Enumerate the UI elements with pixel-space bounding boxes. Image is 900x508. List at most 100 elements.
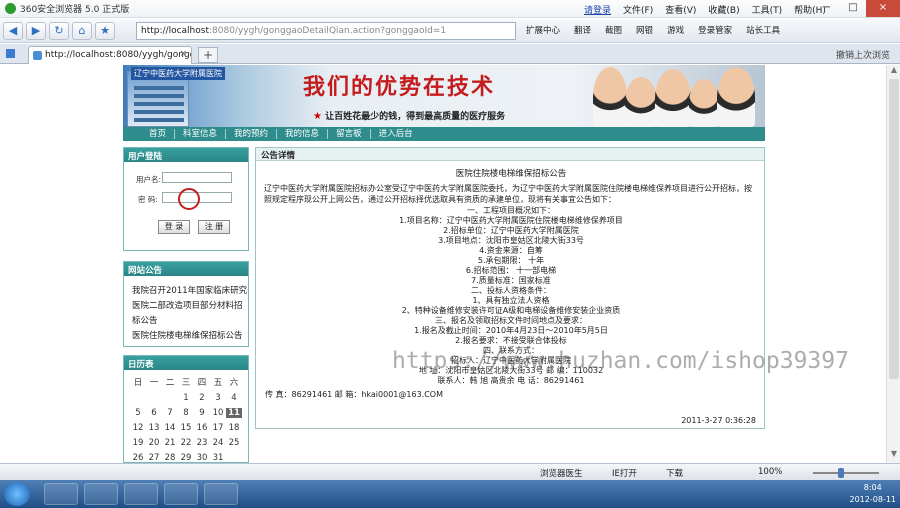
announcement-title: 医院住院楼电梯维保招标公告 [455,169,567,179]
page-viewport: 辽宁中医药大学附属医院 我们的优势在技术 ★ 让百姓花最少的钱，得到最高质量的医… [0,65,900,463]
restore-last-session[interactable]: 撤销上次浏览 [836,48,890,61]
calendar-day[interactable]: 17 [210,423,226,433]
menu-favorites[interactable]: 收藏(B) [708,3,739,16]
ie-open-button[interactable]: IE打开 [612,467,637,479]
start-button-icon[interactable] [4,482,30,506]
announcement-link[interactable]: 医院住院楼电梯维保招标公告 [132,329,243,341]
close-button[interactable]: × [866,0,900,17]
calendar-day[interactable]: 3 [210,393,226,403]
scrollbar-thumb[interactable] [889,79,899,379]
tab-title: http://localhost:8080/yygh/gonggao... [45,50,191,60]
nav-admin[interactable]: 进入后台 [371,129,421,139]
banner-slogan: 我们的优势在技术 [303,74,496,100]
site-navigation: 首页 科室信息 我的预约 我的信息 留言板 进入后台 [123,127,765,141]
calendar-day[interactable]: 30 [194,453,210,462]
calendar-weekday: 二 [165,378,175,388]
nav-departments[interactable]: 科室信息 [175,129,227,139]
calendar-day[interactable]: 22 [178,438,194,448]
calendar-day[interactable]: 31 [210,453,226,462]
calendar-day[interactable]: 28 [162,453,178,462]
calendar-day[interactable]: 27 [146,453,162,462]
calendar-day[interactable]: 23 [194,438,210,448]
zoom-slider[interactable] [813,472,879,474]
nav-my-info[interactable]: 我的信息 [277,129,329,139]
nav-home[interactable]: 首页 [141,129,176,139]
calendar-day[interactable]: 6 [146,408,162,418]
menu-file[interactable]: 文件(F) [623,3,653,16]
login-link[interactable]: 请登录 [584,3,611,16]
calendar-day[interactable]: 10 [210,408,226,418]
calendar-day[interactable]: 26 [130,453,146,462]
calendar-day[interactable]: 25 [226,438,242,448]
site-announcements-panel: 网站公告 我院召开2011年国家临床研究 医院二部改造项目部分材料招 标公告 医… [123,261,249,347]
taskbar-globe-icon[interactable] [164,483,198,505]
calendar-empty-cell [130,393,146,403]
calendar-weekday: 四 [197,378,207,388]
scroll-up-icon[interactable]: ▲ [887,65,900,79]
calendar-day[interactable]: 7 [162,408,178,418]
calendar-day[interactable]: 29 [178,453,194,462]
zoom-level[interactable]: 100% [758,467,782,477]
nav-message-board[interactable]: 留言板 [328,129,371,139]
taskbar-folder-icon[interactable] [204,483,238,505]
calendar-day[interactable]: 21 [162,438,178,448]
nav-my-appointments[interactable]: 我的预约 [226,129,278,139]
page-scrollbar[interactable]: ▲ ▼ [886,65,900,463]
browser-toolbar: 扩展中心 翻译 截图 网银 游戏 登录管家 站长工具 [526,24,780,36]
calendar-day[interactable]: 11 [226,408,242,418]
tool-extensions[interactable]: 扩展中心 [526,24,560,36]
taskbar-app-icon[interactable] [124,483,158,505]
calendar-weekday: 五 [213,378,223,388]
calendar-day[interactable]: 13 [146,423,162,433]
tab-close-icon[interactable]: × [179,49,187,59]
maximize-button[interactable]: □ [840,0,866,17]
taskbar-ie-icon[interactable] [84,483,118,505]
zoom-slider-handle[interactable] [838,468,844,478]
tool-games[interactable]: 游戏 [667,24,684,36]
announcement-link[interactable]: 医院二部改造项目部分材料招 [132,299,243,311]
menu-tools[interactable]: 工具(T) [752,3,783,16]
taskbar-360-browser-icon[interactable] [44,483,78,505]
calendar-day[interactable]: 5 [130,408,146,418]
calendar-day[interactable]: 14 [162,423,178,433]
forward-button[interactable]: ▶ [26,21,46,40]
refresh-button[interactable]: ↻ [49,21,69,40]
browser-doctor-button[interactable]: 浏览器医生 [540,467,583,479]
register-button[interactable]: 注 册 [198,220,230,234]
download-button[interactable]: 下载 [666,467,683,479]
minimize-button[interactable]: − [814,0,840,17]
announcement-link[interactable]: 标公告 [132,314,158,326]
calendar-day[interactable]: 15 [178,423,194,433]
tool-webmaster[interactable]: 站长工具 [746,24,780,36]
system-clock[interactable]: 8:04 2012-08-11 [850,482,897,506]
favorite-star-icon[interactable]: ★ [95,21,115,40]
calendar-day[interactable]: 4 [226,393,242,403]
hospital-logo-text: 辽宁中医药大学附属医院 [131,67,225,80]
tool-screenshot[interactable]: 截图 [605,24,622,36]
username-input[interactable] [162,172,232,183]
browser-tab[interactable]: http://localhost:8080/yygh/gonggao... × [28,46,192,64]
new-tab-button[interactable]: + [198,47,218,63]
menu-view[interactable]: 查看(V) [665,3,696,16]
calendar-day[interactable]: 19 [130,438,146,448]
login-button[interactable]: 登 录 [158,220,190,234]
sidebar-toggle-icon[interactable] [6,49,15,58]
calendar-day[interactable]: 12 [130,423,146,433]
calendar-day[interactable]: 9 [194,408,210,418]
calendar-day[interactable]: 16 [194,423,210,433]
calendar-day[interactable]: 24 [210,438,226,448]
announcement-link[interactable]: 我院召开2011年国家临床研究 [132,284,247,296]
scroll-down-icon[interactable]: ▼ [887,449,900,463]
calendar-day[interactable]: 1 [178,393,194,403]
back-button[interactable]: ◀ [3,21,23,40]
status-bar: 浏览器医生 IE打开 下载 100% [0,463,900,480]
address-bar[interactable]: http://localhost :8080/yygh/gonggaoDetai… [136,22,516,40]
tool-bank[interactable]: 网银 [636,24,653,36]
calendar-day[interactable]: 20 [146,438,162,448]
home-button[interactable]: ⌂ [72,21,92,40]
tool-login-manager[interactable]: 登录管家 [698,24,732,36]
calendar-day[interactable]: 2 [194,393,210,403]
tool-translate[interactable]: 翻译 [574,24,591,36]
calendar-day[interactable]: 18 [226,423,242,433]
calendar-day[interactable]: 8 [178,408,194,418]
